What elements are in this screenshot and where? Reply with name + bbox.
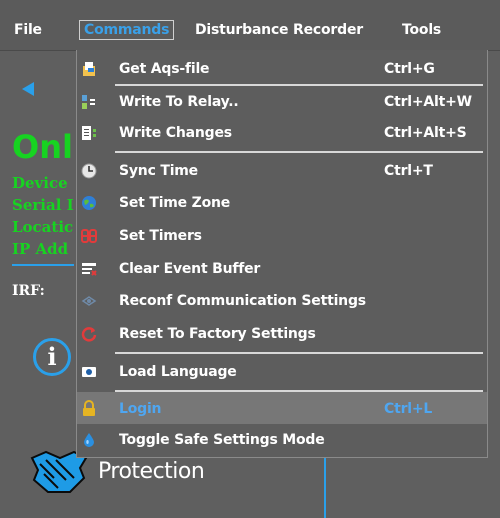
menu-item-label: Reconf Communication Settings xyxy=(119,293,366,309)
menu-item-toggle-safe-settings-mode[interactable]: Toggle Safe Settings Mode xyxy=(77,425,487,455)
menu-item-label: Sync Time xyxy=(119,163,198,179)
reset-icon xyxy=(81,327,97,342)
drop-icon xyxy=(84,433,94,447)
menu-item-label: Login xyxy=(119,401,162,417)
menu-item-label: Write To Relay.. xyxy=(119,94,239,110)
device-label: Device xyxy=(12,174,68,192)
menu-item-label: Get Aqs-file xyxy=(119,61,210,77)
globe-icon xyxy=(82,196,96,210)
menu-item-label: Toggle Safe Settings Mode xyxy=(119,432,325,448)
menu-item-login[interactable]: Login Ctrl+L xyxy=(77,392,487,424)
menu-separator xyxy=(115,84,483,86)
menu-tools[interactable]: Tools xyxy=(402,21,441,39)
write-changes-icon xyxy=(82,126,96,140)
menu-item-label: Set Time Zone xyxy=(119,195,231,211)
menu-item-shortcut: Ctrl+Alt+S xyxy=(384,125,467,141)
menu-item-label: Write Changes xyxy=(119,125,232,141)
menu-commands[interactable]: Commands xyxy=(79,20,175,40)
menu-item-reset-to-factory-settings[interactable]: Reset To Factory Settings xyxy=(77,319,487,349)
menu-separator xyxy=(115,352,483,354)
menu-item-get-aqs-file[interactable]: Get Aqs-file Ctrl+G xyxy=(77,54,487,84)
menu-item-shortcut: Ctrl+T xyxy=(384,163,433,179)
file-open-icon xyxy=(83,62,95,76)
menu-disturbance-recorder[interactable]: Disturbance Recorder xyxy=(195,21,363,39)
back-arrow-icon[interactable] xyxy=(22,82,34,96)
connection-status: Onl xyxy=(12,128,73,166)
menu-bar: File Commands Disturbance Recorder Tools xyxy=(0,0,500,51)
network-icon xyxy=(81,296,97,306)
menu-item-set-time-zone[interactable]: Set Time Zone xyxy=(77,188,487,218)
menu-item-load-language[interactable]: Load Language xyxy=(77,357,487,387)
menu-separator xyxy=(115,151,483,153)
irf-label: IRF: xyxy=(12,283,45,299)
serial-label: Serial I xyxy=(12,196,74,214)
protection-label[interactable]: Protection xyxy=(98,459,205,485)
menu-item-clear-event-buffer[interactable]: Clear Event Buffer xyxy=(77,254,487,284)
menu-item-shortcut: Ctrl+G xyxy=(384,61,435,77)
timer-88-icon xyxy=(81,229,97,243)
menu-item-label: Reset To Factory Settings xyxy=(119,326,316,342)
write-relay-icon xyxy=(82,95,95,109)
info-icon[interactable]: i xyxy=(33,338,71,376)
menu-item-reconf-communication-settings[interactable]: Reconf Communication Settings xyxy=(77,286,487,316)
menu-item-label: Load Language xyxy=(119,364,237,380)
menu-item-shortcut: Ctrl+L xyxy=(384,401,433,417)
menu-file[interactable]: File xyxy=(14,21,42,39)
ip-address-label: IP Add xyxy=(12,240,69,258)
divider xyxy=(12,264,74,266)
clock-icon xyxy=(81,163,97,179)
menu-item-set-timers[interactable]: Set Timers xyxy=(77,221,487,251)
clear-buffer-icon xyxy=(82,263,97,276)
language-icon xyxy=(82,367,96,377)
menu-item-label: Clear Event Buffer xyxy=(119,261,261,277)
location-label: Locatic xyxy=(12,218,74,236)
menu-item-write-changes[interactable]: Write Changes Ctrl+Alt+S xyxy=(77,118,487,148)
commands-dropdown: Get Aqs-file Ctrl+G Write To Relay.. Ctr… xyxy=(76,50,488,458)
menu-item-label: Set Timers xyxy=(119,228,202,244)
menu-item-write-to-relay[interactable]: Write To Relay.. Ctrl+Alt+W xyxy=(77,87,487,117)
vertical-divider xyxy=(324,451,326,518)
menu-item-sync-time[interactable]: Sync Time Ctrl+T xyxy=(77,156,487,186)
lock-icon xyxy=(83,400,95,416)
menu-item-shortcut: Ctrl+Alt+W xyxy=(384,94,472,110)
